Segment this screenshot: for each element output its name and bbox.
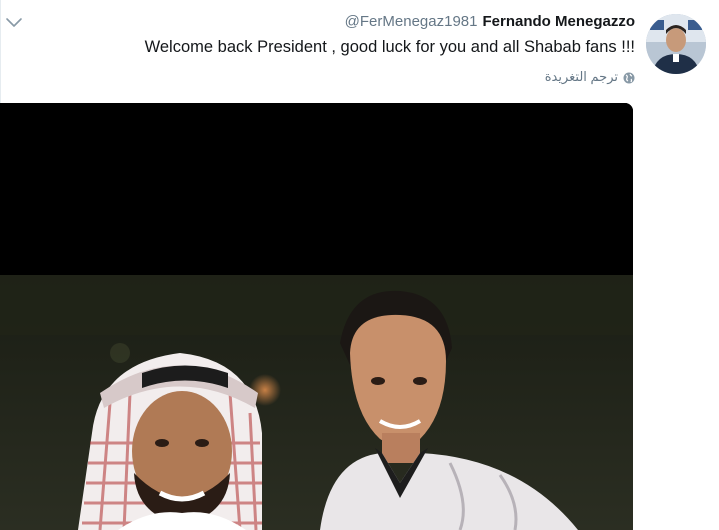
avatar[interactable] — [646, 14, 706, 74]
translate-label: ترجم التغريدة — [544, 69, 618, 84]
user-fullname[interactable]: Fernando Menegazzo — [482, 13, 635, 30]
tweet-photo[interactable] — [0, 103, 633, 530]
chevron-down-icon[interactable] — [5, 16, 23, 30]
tweet-text: Welcome back President , good luck for y… — [144, 38, 635, 56]
globe-icon — [623, 71, 635, 84]
tweet-card: @FerMenegaz1981 Fernando Menegazzo Welcom… — [0, 0, 719, 530]
tweet-header: @FerMenegaz1981 Fernando Menegazzo — [345, 12, 635, 32]
user-handle[interactable]: @FerMenegaz1981 — [345, 13, 478, 30]
translate-tweet-link[interactable]: ترجم التغريدة — [545, 68, 635, 86]
photo-image — [0, 103, 633, 530]
